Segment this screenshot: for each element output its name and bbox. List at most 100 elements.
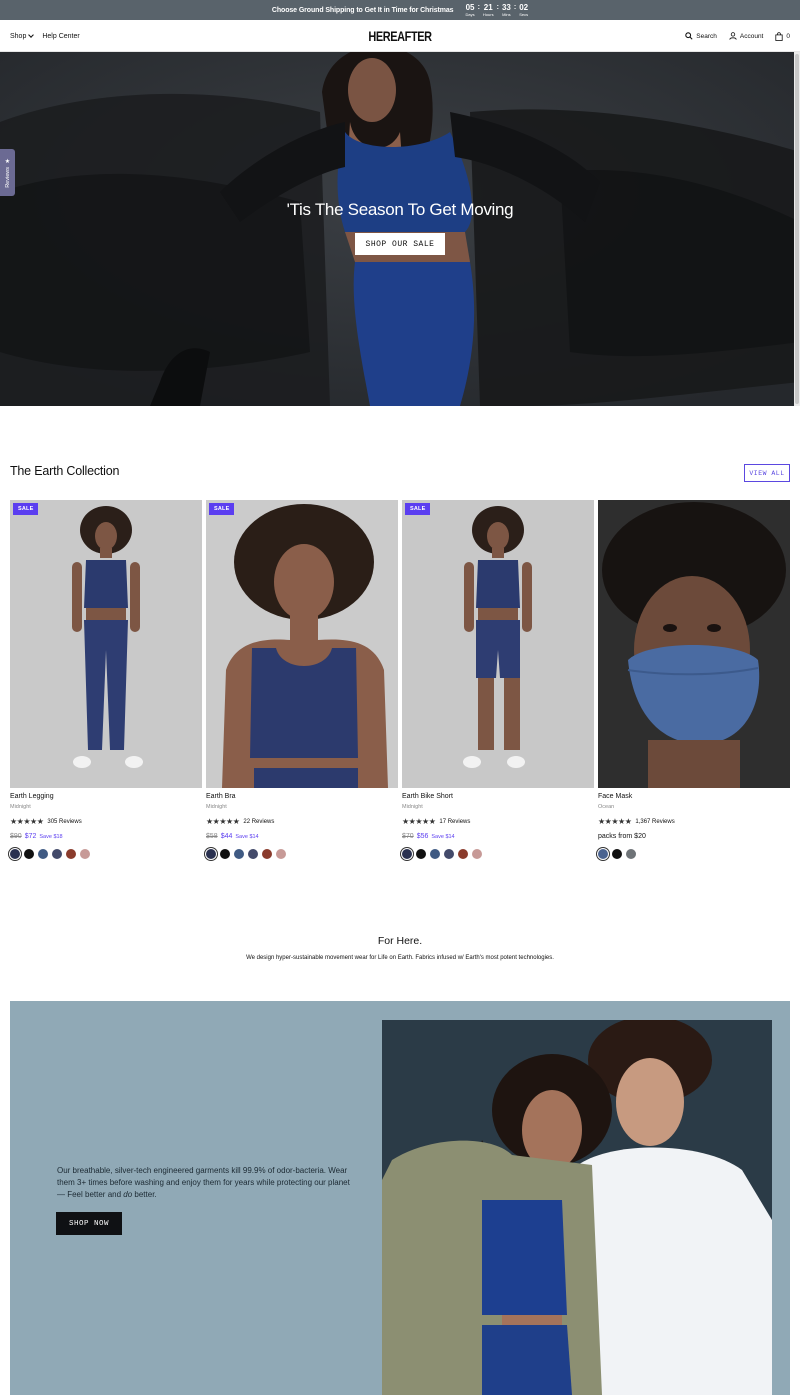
color-swatch[interactable] [612,849,622,859]
product-card[interactable]: Face Mask Ocean ★★★★★ 1,367 Reviews pack… [598,500,790,859]
reviews-tab[interactable]: ★ Reviews [0,149,15,196]
product-color: Midnight [402,804,423,810]
color-swatch[interactable] [276,849,286,859]
savings-label: Save $14 [235,834,259,840]
view-all-button[interactable]: VIEW ALL [744,464,790,482]
account-button[interactable]: Account [729,32,763,40]
promo-text: Our breathable, silver-tech engineered g… [57,1165,357,1201]
utility-nav: Search Account 0 [685,20,790,52]
color-swatch[interactable] [80,849,90,859]
countdown-mins-label: Mins [502,11,511,17]
color-swatch[interactable] [38,849,48,859]
color-swatch[interactable] [262,849,272,859]
product-color: Midnight [206,804,227,810]
page: Choose Ground Shipping to Get It in Time… [0,0,800,1395]
review-count[interactable]: 17 Reviews [439,819,470,825]
product-card[interactable]: SALE Earth Bike Short Midnight ★★★★★ 17 … [402,500,594,859]
product-photo [10,500,202,788]
product-name[interactable]: Earth Bra [206,793,236,800]
color-swatch[interactable] [220,849,230,859]
star-rating-icon: ★★★★★ [10,817,44,826]
shopping-bag-icon [775,31,783,41]
promo-text-part: better. [132,1190,157,1199]
product-price: $70 $56 Save $14 [402,833,455,840]
scrollbar[interactable] [794,52,800,406]
countdown-separator: : [496,3,499,11]
product-image[interactable]: SALE [206,500,398,788]
product-image[interactable]: SALE [10,500,202,788]
color-swatch[interactable] [416,849,426,859]
shop-menu-label: Shop [10,32,27,40]
cart-count: 0 [786,32,790,40]
product-name[interactable]: Earth Bike Short [402,793,453,800]
site-logo[interactable]: HEREAFTER [368,28,432,44]
search-button[interactable]: Search [685,32,717,40]
cart-button[interactable]: 0 [775,31,790,41]
product-image[interactable] [598,500,790,788]
hero-title: 'Tis The Season To Get Moving [286,200,514,219]
color-swatch[interactable] [234,849,244,859]
color-swatch[interactable] [430,849,440,859]
promo-image [382,1020,772,1395]
product-rating: ★★★★★ 22 Reviews [206,817,274,826]
shop-now-button[interactable]: SHOP NOW [56,1212,122,1235]
review-count[interactable]: 22 Reviews [243,819,274,825]
product-price: packs from $20 [598,833,646,840]
original-price: $58 [206,833,218,840]
star-icon: ★ [4,158,11,165]
help-center-link[interactable]: Help Center [42,33,79,40]
color-swatch[interactable] [598,849,608,859]
reviews-tab-label: Reviews [4,166,11,188]
color-swatch[interactable] [66,849,76,859]
color-swatches [598,849,636,859]
countdown-secs-value: 02 [519,2,529,12]
product-rating: ★★★★★ 17 Reviews [402,817,470,826]
review-count[interactable]: 305 Reviews [47,819,81,825]
product-rating: ★★★★★ 1,367 Reviews [598,817,675,826]
countdown-days-label: Days [465,11,475,17]
savings-label: Save $18 [39,834,63,840]
announcement-bar: Choose Ground Shipping to Get It in Time… [0,0,800,20]
star-rating-icon: ★★★★★ [402,817,436,826]
shop-menu[interactable]: Shop [10,32,35,40]
countdown-mins: 33 Mins [501,2,511,17]
color-swatch[interactable] [626,849,636,859]
product-image[interactable]: SALE [402,500,594,788]
scrollbar-thumb[interactable] [795,54,799,404]
color-swatch[interactable] [10,849,20,859]
for-here-subtitle: We design hyper-sustainable movement wea… [246,955,554,961]
product-name[interactable]: Face Mask [598,793,632,800]
product-card[interactable]: SALE Earth Bra Midnight ★★★★★ 22 Reviews… [206,500,398,859]
search-label: Search [696,32,717,40]
color-swatch[interactable] [402,849,412,859]
color-swatch[interactable] [206,849,216,859]
review-count[interactable]: 1,367 Reviews [635,819,674,825]
sale-badge: SALE [209,503,235,515]
product-card[interactable]: SALE Earth Legging Midnight ★★★★★ 305 Re… [10,500,202,859]
site-header: Shop Help Center HEREAFTER Search Accoun… [0,20,800,52]
product-photo [598,500,790,788]
sale-price: $72 [24,833,37,840]
product-name[interactable]: Earth Legging [10,793,54,800]
color-swatch[interactable] [458,849,468,859]
color-swatch[interactable] [472,849,482,859]
color-swatch[interactable] [444,849,454,859]
star-rating-icon: ★★★★★ [206,817,240,826]
countdown-hours-value: 21 [483,2,493,12]
color-swatch[interactable] [52,849,62,859]
shop-our-sale-button[interactable]: SHOP OUR SALE [355,233,445,255]
color-swatch[interactable] [24,849,34,859]
product-rating: ★★★★★ 305 Reviews [10,817,82,826]
countdown-separator: : [513,3,517,11]
color-swatch[interactable] [248,849,258,859]
countdown-hours-label: Hours [482,11,494,17]
announcement-message: Choose Ground Shipping to Get It in Time… [271,6,454,14]
sale-price: $44 [220,833,233,840]
countdown-secs: 02 Secs [519,2,529,17]
product-color: Ocean [598,804,615,810]
promo-section: Our breathable, silver-tech engineered g… [10,1001,790,1395]
countdown-mins-value: 33 [501,2,511,12]
product-photo [402,500,594,788]
product-price: $58 $44 Save $14 [206,833,259,840]
countdown-days: 05 Days [465,3,475,17]
